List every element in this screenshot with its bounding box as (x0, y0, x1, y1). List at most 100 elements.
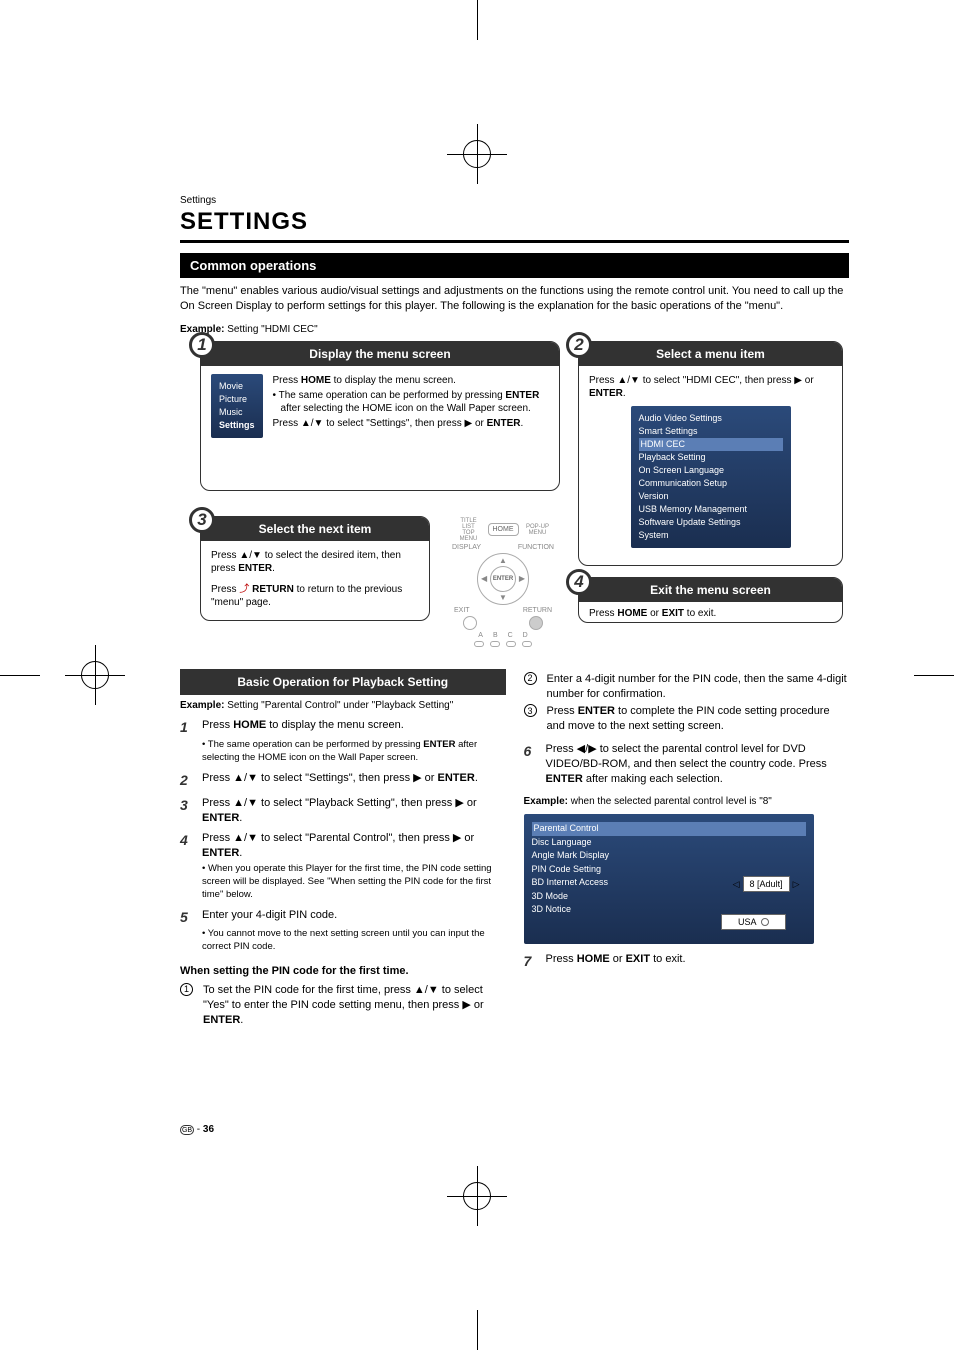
remote-letter: C (508, 632, 513, 639)
enter-key: ENTER (238, 563, 272, 574)
step-1: 1 Press HOME to display the menu screen. (180, 718, 506, 737)
text-fragment: Enter a 4-digit number for the PIN code,… (547, 672, 850, 702)
menu-item: On Screen Language (639, 464, 783, 477)
step-3-title: Select the next item (201, 517, 429, 541)
step-number: 6 (524, 742, 538, 787)
menu-item: Version (639, 490, 783, 503)
menu-item: Playback Setting (639, 451, 783, 464)
remote-diagram: TITLE LIST TOP MENU HOME POP-UP MENU DIS… (448, 516, 558, 626)
text-fragment: after selecting the HOME icon on the Wal… (281, 403, 531, 414)
basic-op-heading: Basic Operation for Playback Setting (180, 669, 506, 695)
remote-label: DISPLAY (452, 544, 481, 551)
color-button (506, 641, 516, 647)
menu-item: Disc Language (532, 836, 806, 850)
down-arrow-icon: ▼ (499, 593, 507, 602)
text-fragment: . (623, 388, 626, 399)
step-number: 2 (180, 771, 194, 790)
up-arrow-icon: ▲ (499, 556, 507, 565)
menu-item: Audio Video Settings (639, 412, 783, 425)
text-fragment: Press (547, 705, 578, 717)
color-button (490, 641, 500, 647)
step-box-2: Select a menu item Press ▲/▼ to select "… (578, 341, 843, 566)
menu-item: Software Update Settings (639, 516, 783, 529)
text-fragment: or (610, 953, 626, 965)
remote-label: POP-UP MENU (525, 524, 551, 536)
text-fragment: Press (273, 375, 301, 386)
step-number: 1 (180, 718, 194, 737)
example-text: when the selected parental control level… (568, 796, 772, 807)
country-field: USA (721, 914, 786, 930)
pre-title: Settings (180, 195, 849, 206)
remote-label: FUNCTION (518, 544, 554, 551)
example-line: Example: Setting "HDMI CEC" (180, 324, 849, 335)
circle-number-icon: 1 (180, 983, 193, 996)
home-key: HOME (577, 953, 610, 965)
example-label: Example: (524, 796, 568, 807)
menu-item-selected: Settings (219, 419, 255, 432)
circle-number-icon: 2 (524, 672, 537, 685)
text-fragment: Enter your 4-digit PIN code. (202, 908, 506, 927)
step-box-3: Select the next item Press ▲/▼ to select… (200, 516, 430, 621)
text-fragment: The same operation can be performed by p… (208, 739, 423, 750)
example-text: Setting "HDMI CEC" (224, 324, 317, 335)
home-key: HOME (301, 375, 331, 386)
menu-item: Movie (219, 380, 255, 393)
enter-button: ENTER (490, 566, 516, 592)
step-6: 6 Press ◀/▶ to select the parental contr… (524, 742, 850, 787)
color-button (522, 641, 532, 647)
menu-item-selected: HDMI CEC (639, 438, 783, 451)
page-number: GB - 36 (180, 1124, 214, 1136)
text-fragment: Press ▲/▼ to select "HDMI CEC", then pre… (589, 375, 814, 386)
remote-label: EXIT (454, 607, 470, 614)
step-number: 5 (180, 908, 194, 927)
gb-badge-icon: GB (180, 1125, 194, 1135)
text-fragment: . (239, 812, 242, 824)
step-2-title: Select a menu item (579, 342, 842, 366)
enter-key: ENTER (487, 418, 521, 429)
text-fragment: Press (202, 719, 233, 731)
text-fragment: Press (211, 584, 239, 595)
text-fragment: Press ▲/▼ to select "Playback Setting", … (202, 797, 477, 809)
home-key: HOME (233, 719, 266, 731)
enter-key: ENTER (505, 390, 539, 401)
example-text: Setting "Parental Control" under "Playba… (224, 700, 453, 711)
step-badge-2: 2 (566, 332, 592, 358)
enter-key: ENTER (202, 847, 239, 859)
basic-operation-section: Basic Operation for Playback Setting Exa… (180, 669, 849, 1031)
parental-control-screenshot: Parental Control Disc Language Angle Mar… (524, 814, 814, 944)
step-3: 3 Press ▲/▼ to select "Playback Setting"… (180, 796, 506, 826)
page-title: SETTINGS (180, 208, 849, 236)
text-fragment: to display the menu screen. (331, 375, 456, 386)
step-badge-1: 1 (189, 332, 215, 358)
text-fragment: to exit. (684, 608, 716, 619)
pin-step-1: 1 To set the PIN code for the first time… (180, 983, 506, 1028)
step-4-title: Exit the menu screen (579, 578, 842, 602)
step-number: 7 (524, 952, 538, 971)
enter-key: ENTER (202, 812, 239, 824)
return-icon: ⤴ (239, 584, 249, 595)
text-fragment: Press ◀/▶ to select the parental control… (546, 743, 827, 770)
home-key: HOME (617, 608, 647, 619)
text-fragment: . (239, 847, 242, 859)
step-1-text: Press HOME to display the menu screen. •… (273, 374, 549, 438)
example-line-2: Example: when the selected parental cont… (524, 795, 850, 809)
step-badge-4: 4 (566, 569, 592, 595)
remote-letter: A (478, 632, 483, 639)
home-menu-screenshot: Movie Picture Music Settings (211, 374, 263, 438)
step-2: 2 Press ▲/▼ to select "Settings", then p… (180, 771, 506, 790)
remote-letter: B (493, 632, 498, 639)
step-box-1: Display the menu screen Movie Picture Mu… (200, 341, 560, 491)
step-5-sub: You cannot move to the next setting scre… (202, 928, 506, 954)
step-badge-3: 3 (189, 507, 215, 533)
circle-number-icon: 3 (524, 704, 537, 717)
direction-pad: ▲ ▼ ◀ ▶ ENTER (477, 553, 529, 605)
crop-mark (95, 645, 96, 705)
title-rule (180, 240, 849, 243)
step-1-sub: The same operation can be performed by p… (202, 739, 506, 765)
remote-letter: D (523, 632, 528, 639)
enter-key: ENTER (546, 773, 583, 785)
menu-item: Smart Settings (639, 425, 783, 438)
crop-mark (0, 675, 40, 676)
menu-item: Music (219, 406, 255, 419)
text-fragment: To set the PIN code for the first time, … (203, 984, 484, 1011)
